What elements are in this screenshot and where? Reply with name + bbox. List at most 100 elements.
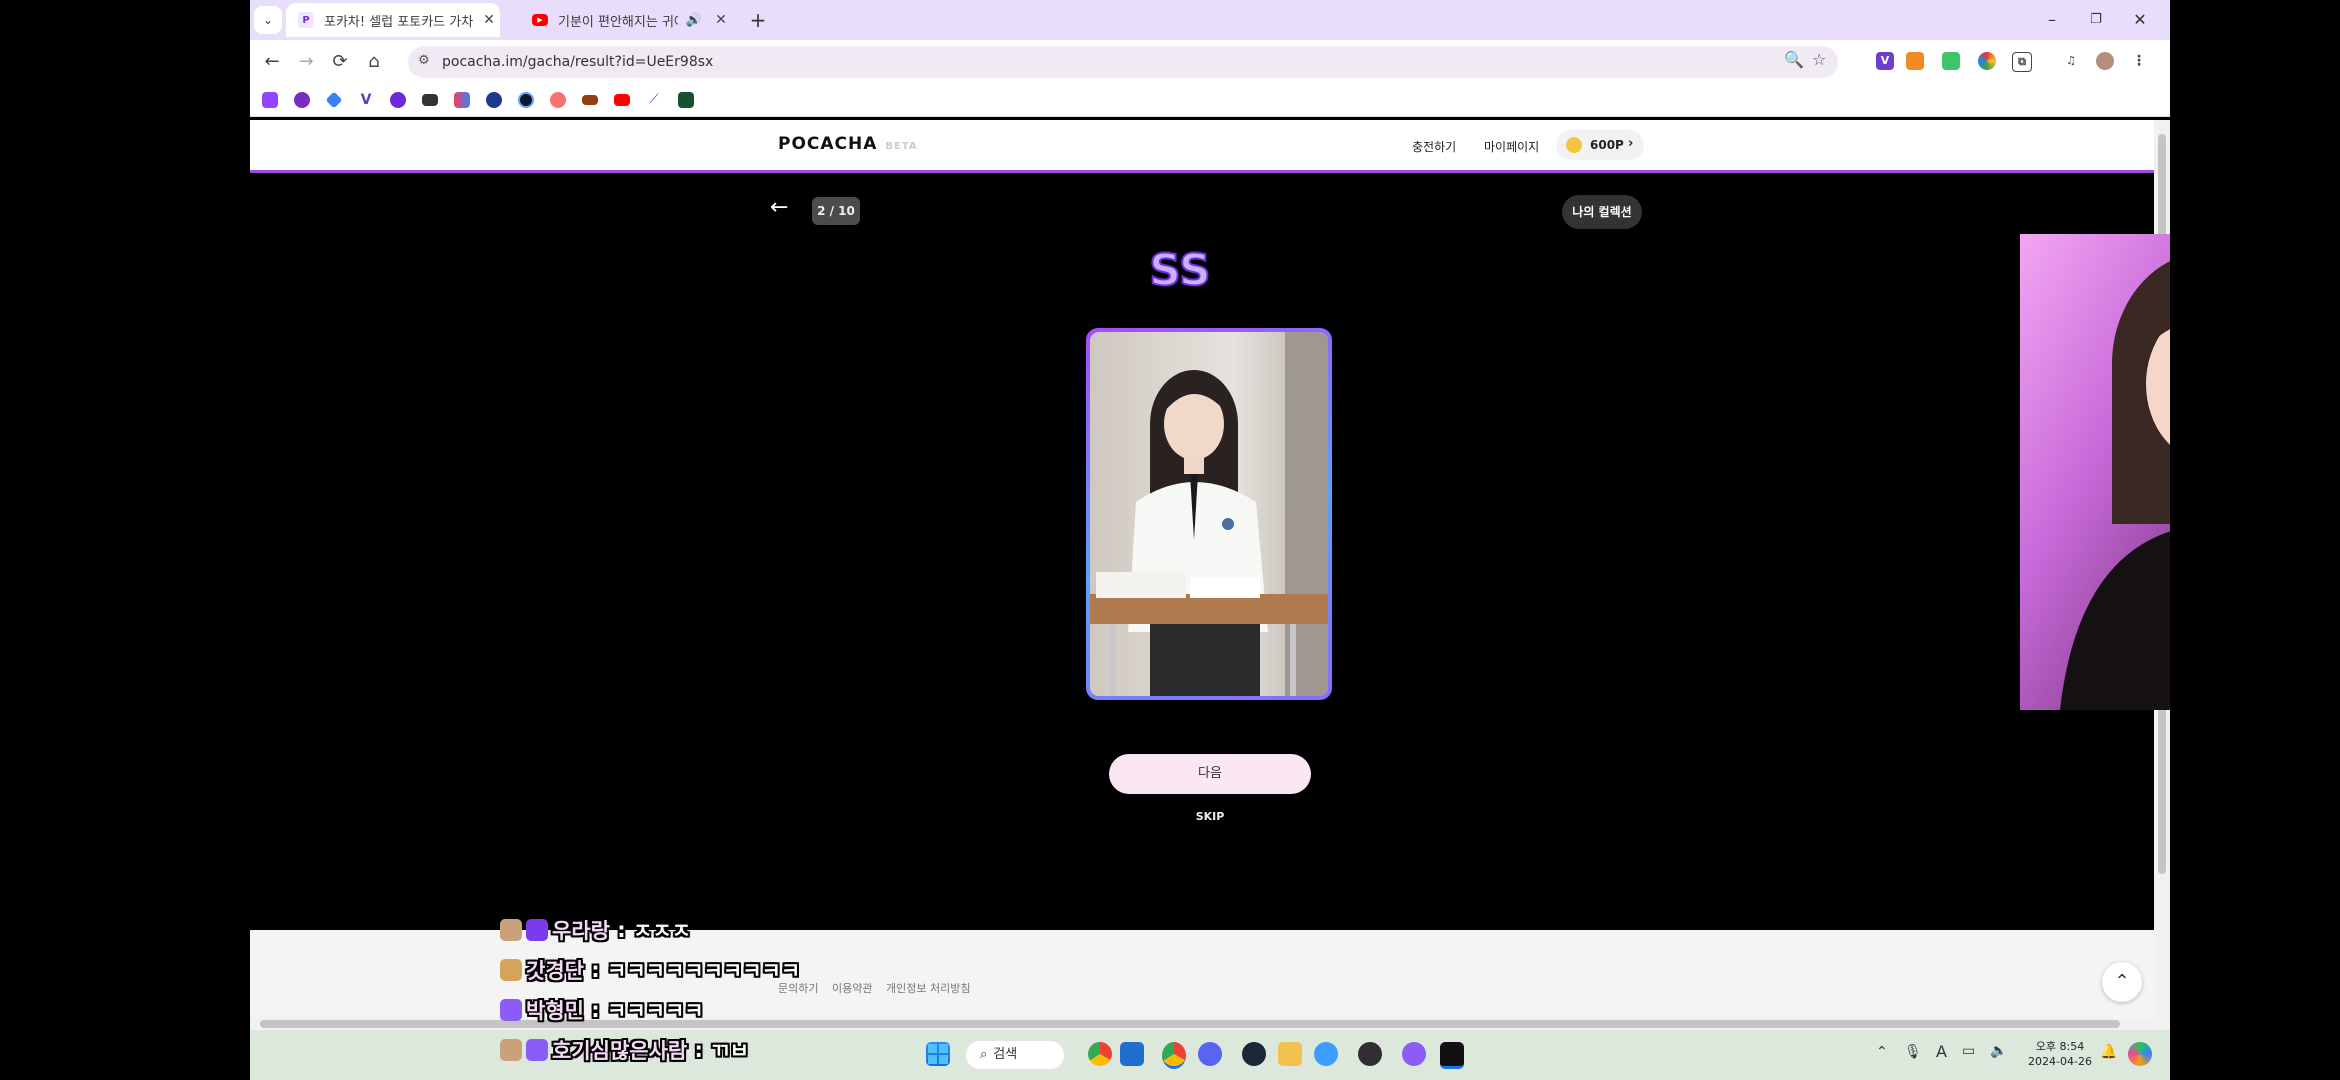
subscriber-badge-icon bbox=[526, 919, 548, 941]
forward-icon[interactable]: → bbox=[292, 48, 320, 76]
home-icon[interactable]: ⌂ bbox=[360, 48, 388, 76]
dark-app-icon[interactable] bbox=[1440, 1042, 1464, 1069]
clock-date: 2024-04-26 bbox=[2028, 1055, 2092, 1068]
chat-text: ㅈㅈㅈ bbox=[633, 919, 691, 943]
messenger-icon[interactable] bbox=[1314, 1042, 1338, 1066]
points-value: 600P bbox=[1590, 138, 1624, 152]
chat-separator: : bbox=[609, 918, 633, 942]
extension-v-icon[interactable]: V bbox=[1876, 52, 1894, 70]
back-arrow-icon[interactable]: ← bbox=[770, 195, 788, 220]
chat-text: ㄲㅂ bbox=[710, 1039, 749, 1063]
charge-link[interactable]: 충전하기 bbox=[1412, 138, 1456, 155]
points-badge[interactable]: 600P › bbox=[1556, 130, 1644, 160]
chat-text: ㅋㅋㅋㅋㅋㅋㅋㅋㅋㅋ bbox=[607, 959, 801, 983]
tab-title: 포카차! 셀럽 포토카드 가차 bbox=[324, 14, 474, 30]
brown-bookmark-icon[interactable] bbox=[582, 95, 598, 105]
taskbar-clock[interactable]: 오후 8:54 2024-04-26 bbox=[2025, 1039, 2095, 1069]
tab-search-button[interactable]: ⌄ bbox=[254, 6, 282, 34]
copilot-icon[interactable] bbox=[2128, 1042, 2152, 1066]
minimize-button[interactable]: – bbox=[2032, 6, 2072, 34]
youtube-bookmark-icon[interactable] bbox=[614, 94, 630, 106]
volume-icon[interactable]: 🔈 bbox=[1990, 1043, 2007, 1059]
folder-icon[interactable] bbox=[1278, 1042, 1302, 1066]
close-tab-icon[interactable]: ✕ bbox=[478, 12, 500, 28]
tab-pocacha[interactable]: P 포카차! 셀럽 포토카드 가차 ✕ bbox=[286, 3, 500, 37]
tab-youtube[interactable]: ▶ 기분이 편안해지는 귀여운 🔊 ✕ bbox=[520, 3, 732, 37]
chat-nickname: 박형민 bbox=[526, 999, 584, 1023]
media-control-icon[interactable]: ♫ bbox=[2062, 52, 2080, 70]
link-bookmark-icon[interactable]: ⟋ bbox=[646, 92, 662, 108]
extension-green-icon[interactable] bbox=[1942, 52, 1960, 70]
twitch-bookmark-icon[interactable] bbox=[262, 92, 278, 108]
site-header: POCACHA BETA 충전하기 마이페이지 600P › bbox=[250, 120, 2154, 173]
v-bookmark-icon[interactable]: V bbox=[358, 92, 374, 108]
mail-bookmark-icon[interactable] bbox=[422, 94, 438, 106]
speaker-icon[interactable]: 🔊 bbox=[686, 13, 702, 28]
mypage-link[interactable]: 마이페이지 bbox=[1484, 138, 1539, 155]
url-text[interactable]: pocacha.im/gacha/result?id=UeEr98sx bbox=[442, 54, 713, 70]
purple-app-icon[interactable] bbox=[1402, 1042, 1426, 1066]
gacha-result-area: ← 2 / 10 나의 컬렉션 SS 다음 SKIP bbox=[250, 173, 2154, 930]
notepad-icon[interactable] bbox=[1120, 1042, 1144, 1066]
extension-color-icon[interactable] bbox=[1978, 52, 1996, 70]
chrome-icon[interactable] bbox=[1088, 1042, 1112, 1066]
notification-bell-icon[interactable]: 🔔 bbox=[2100, 1044, 2117, 1060]
chat-message: 박형민 : ㅋㅋㅋㅋㅋ bbox=[500, 996, 704, 1024]
browser-menu-icon[interactable]: ⋮ bbox=[2130, 52, 2148, 70]
beta-badge: BETA bbox=[885, 141, 918, 152]
discord-icon[interactable] bbox=[1198, 1042, 1222, 1066]
green-bookmark-icon[interactable] bbox=[678, 92, 694, 108]
ime-icon[interactable]: A bbox=[1936, 1042, 1947, 1061]
bookmark-star-icon[interactable]: ☆ bbox=[1812, 50, 1826, 69]
clock-time: 오후 8:54 bbox=[2035, 1040, 2085, 1053]
profile-avatar-icon[interactable] bbox=[2096, 52, 2114, 70]
network-icon[interactable]: ▭ bbox=[1962, 1043, 1975, 1059]
chat-text: ㅋㅋㅋㅋㅋ bbox=[607, 999, 704, 1023]
steam-icon[interactable] bbox=[1242, 1042, 1266, 1066]
back-icon[interactable]: ← bbox=[258, 48, 286, 76]
chat-message: 갓경단 : ㅋㅋㅋㅋㅋㅋㅋㅋㅋㅋ bbox=[500, 956, 800, 984]
diamond-bookmark-icon[interactable] bbox=[325, 91, 343, 109]
tray-chevron-icon[interactable]: ⌃ bbox=[1876, 1044, 1888, 1060]
colorful-bookmark-icon[interactable] bbox=[454, 92, 470, 108]
next-button[interactable]: 다음 bbox=[1109, 754, 1311, 794]
heart-badge-icon bbox=[500, 999, 522, 1021]
tab-title: 기분이 편안해지는 귀여운 bbox=[558, 14, 678, 30]
game-bookmark-icon[interactable] bbox=[550, 92, 566, 108]
stream-chat-overlay: 우라랑 : ㅈㅈㅈ 갓경단 : ㅋㅋㅋㅋㅋㅋㅋㅋㅋㅋ 박형민 : ㅋㅋㅋㅋㅋ 호… bbox=[500, 918, 1060, 1080]
microphone-icon[interactable]: 🎙 bbox=[1904, 1044, 1922, 1060]
circle-bookmark-icon[interactable] bbox=[518, 92, 534, 108]
c-bookmark-icon[interactable] bbox=[390, 92, 406, 108]
zoom-icon[interactable]: 🔍 bbox=[1784, 50, 1804, 69]
chrome-active-icon[interactable] bbox=[1162, 1042, 1186, 1069]
youtube-favicon-icon: ▶ bbox=[532, 14, 548, 26]
chat-nickname: 호기심많은사람 bbox=[552, 1039, 688, 1063]
progress-counter: 2 / 10 bbox=[812, 197, 860, 225]
chat-message: 우라랑 : ㅈㅈㅈ bbox=[500, 916, 691, 944]
chevron-right-icon: › bbox=[1628, 136, 1634, 151]
photocard-image bbox=[1090, 332, 1328, 696]
scroll-to-top-button[interactable]: ⌃ bbox=[2102, 962, 2142, 1002]
obs-icon[interactable] bbox=[1358, 1042, 1382, 1066]
extensions-puzzle-icon[interactable]: ⧉ bbox=[2012, 52, 2032, 72]
extension-orange-icon[interactable] bbox=[1906, 52, 1924, 70]
site-info-icon[interactable]: ⚙ bbox=[418, 53, 430, 68]
address-bar[interactable]: ⚙ pocacha.im/gacha/result?id=UeEr98sx 🔍 … bbox=[408, 46, 1838, 78]
restore-button[interactable]: ❐ bbox=[2076, 6, 2116, 34]
skip-link[interactable]: SKIP bbox=[1110, 810, 1310, 823]
photocard[interactable] bbox=[1086, 328, 1332, 700]
new-tab-button[interactable]: + bbox=[744, 6, 772, 34]
round-bookmark-icon[interactable] bbox=[486, 92, 502, 108]
chat-nickname: 우라랑 bbox=[552, 919, 610, 943]
chat-separator: : bbox=[583, 998, 607, 1022]
close-window-button[interactable]: ✕ bbox=[2120, 6, 2160, 34]
reload-icon[interactable]: ⟳ bbox=[326, 48, 354, 76]
pocacha-favicon-icon: P bbox=[298, 12, 314, 28]
pocacha-logo[interactable]: POCACHA BETA bbox=[778, 134, 918, 154]
close-tab-icon[interactable]: ✕ bbox=[710, 12, 732, 28]
tw-bookmark-icon[interactable] bbox=[294, 92, 310, 108]
chat-avatar bbox=[500, 919, 522, 941]
coin-icon bbox=[1566, 137, 1582, 153]
photocard-illustration bbox=[1090, 332, 1328, 696]
my-collection-button[interactable]: 나의 컬렉션 bbox=[1562, 195, 1642, 229]
